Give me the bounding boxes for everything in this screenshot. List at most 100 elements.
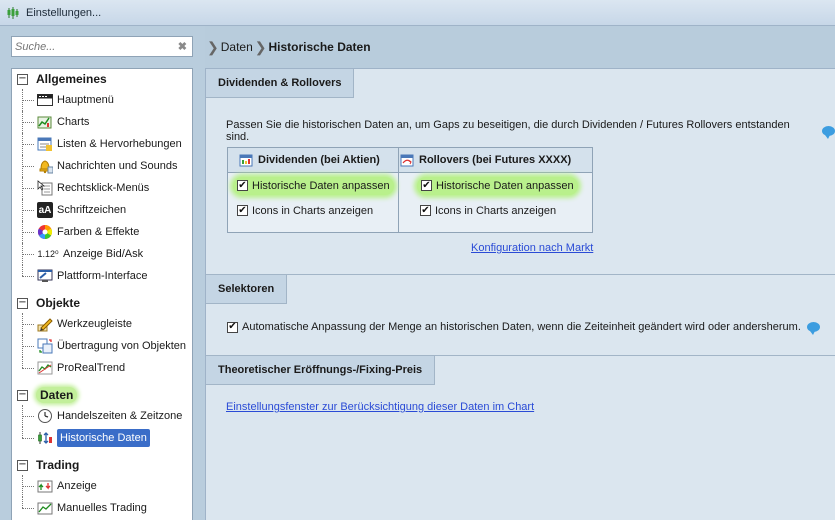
section-header-selectors: Selektoren [206,275,288,304]
clock-icon [37,408,53,424]
cursor-menu-icon [37,180,53,196]
tree-item-label: ProRealTrend [57,362,126,374]
tree-item-label: Manuelles Trading [57,502,147,514]
group-label: Trading [36,458,80,472]
tree-item-farben[interactable]: Farben & Effekte [12,221,192,243]
clear-search-icon[interactable]: ✖ [178,40,187,53]
color-wheel-icon [37,224,53,240]
dividend-calendar-icon [238,152,254,168]
rollovers-column-header: Rollovers (bei Futures XXXX) [399,148,592,173]
chart-settings-link[interactable]: Einstellungsfenster zur Berücksichtigung… [226,401,534,413]
tree-item-bid-ask[interactable]: 1.12⁰ Anzeige Bid/Ask [12,243,192,265]
dividends-icons-checkbox[interactable]: ✔ [237,205,248,216]
title-bar: Einstellungen... [0,0,835,26]
highlight: ✔ Historische Daten anpassen [417,176,578,195]
charts-icon [37,114,53,130]
tree-item-label: Rechtsklick-Menüs [57,182,150,194]
theoretical-section: Theoretischer Eröffnungs-/Fixing-Preis [206,355,835,385]
tree-item-label: Nachrichten und Sounds [57,160,178,172]
bell-icon [37,158,53,174]
tree-item-handelszeiten[interactable]: Handelszeiten & Zeitzone [12,405,192,427]
rollovers-adjust-checkbox[interactable]: ✔ [421,180,432,191]
tree-item-plattform[interactable]: Plattform-Interface [12,265,192,287]
collapse-toggle-icon[interactable]: − [17,389,28,401]
tree-group-header[interactable]: − Daten [12,385,192,405]
search-box: ✖ [11,36,193,57]
breadcrumb-current: Historische Daten [268,40,371,54]
dividends-adjust-checkbox[interactable]: ✔ [237,180,248,191]
rollover-calendar-icon [399,152,415,168]
market-configuration-link[interactable]: Konfiguration nach Markt [471,242,593,254]
tree-item-schriftzeichen[interactable]: aA Schriftzeichen [12,199,192,221]
tree-item-label: Farben & Effekte [57,226,140,238]
adjustment-grid: Dividenden (bei Aktien) ✔ Historische Da… [227,147,593,233]
breadcrumb: ❯ Daten ❯ Historische Daten [205,26,835,68]
tree-item-label: Handelszeiten & Zeitzone [57,410,183,422]
collapse-toggle-icon[interactable]: − [17,297,28,309]
checkbox-label: Historische Daten anpassen [252,179,390,192]
checkbox-label: Icons in Charts anzeigen [435,204,557,217]
tree-item-label: Plattform-Interface [57,270,148,282]
historical-data-icon [37,430,53,446]
breadcrumb-parent[interactable]: Daten [221,40,253,54]
tree-item-listen[interactable]: Listen & Hervorhebungen [12,133,192,155]
tree-item-rechtsklick[interactable]: Rechtsklick-Menüs [12,177,192,199]
rollovers-icons-checkbox[interactable]: ✔ [420,205,431,216]
search-input[interactable] [12,37,162,56]
info-bubble-icon[interactable] [822,126,835,139]
collapse-toggle-icon[interactable]: − [17,459,28,471]
tree-group-header[interactable]: − Allgemeines [12,69,192,89]
display-icon [37,478,53,494]
tree-item-label: Anzeige [57,480,97,492]
tree-item-werkzeugleiste[interactable]: Werkzeugleiste [12,313,192,335]
group-label: Daten [36,387,78,403]
app-candlestick-icon [6,6,20,20]
section-header-dividends: Dividenden & Rollovers [206,69,355,98]
tree-item-label: Übertragung von Objekten [57,340,187,352]
bid-ask-icon: 1.12⁰ [37,248,59,259]
window-title: Einstellungen... [26,6,102,19]
checkbox-label: Icons in Charts anzeigen [252,204,374,217]
tree-item-prorealtrend[interactable]: ProRealTrend [12,357,192,379]
tree-item-anzeige[interactable]: Anzeige [12,475,192,497]
breadcrumb-chevron-icon: ❯ [207,38,219,55]
settings-content: Dividenden & Rollovers Passen Sie die hi… [205,68,835,520]
tree-item-label: Listen & Hervorhebungen [57,138,182,150]
tree-group-trading: − Trading Anzeige Manuelles Trading [12,455,192,519]
platform-icon [37,268,53,284]
tree-item-hauptmenue[interactable]: Hauptmenü [12,89,192,111]
tree-group-daten: − Daten Handelszeiten & Zeitzone Histori… [12,385,192,449]
tree-item-label: Anzeige Bid/Ask [63,248,144,260]
tree-item-nachrichten[interactable]: Nachrichten und Sounds [12,155,192,177]
tree-item-uebertragung[interactable]: Übertragung von Objekten [12,335,192,357]
auto-adjust-checkbox[interactable]: ✔ [227,321,238,333]
settings-sidebar: ✖ − Allgemeines Hauptmenü Charts [0,26,205,520]
dividends-column: Dividenden (bei Aktien) ✔ Historische Da… [228,148,399,232]
tree-item-label: Werkzeugleiste [57,318,132,330]
section-header-theoretical: Theoretischer Eröffnungs-/Fixing-Preis [206,356,436,385]
list-icon [37,136,53,152]
group-label: Allgemeines [36,72,107,86]
tree-group-allgemeines: − Allgemeines Hauptmenü Charts Listen & [12,69,192,287]
menu-icon [37,92,53,108]
tree-group-header[interactable]: − Objekte [12,293,192,313]
tree-group-objekte: − Objekte Werkzeugleiste Übertragung von… [12,293,192,379]
tree-item-label: Charts [57,116,90,128]
tree-group-header[interactable]: − Trading [12,455,192,475]
trend-icon [37,360,53,376]
manual-trading-icon [37,500,53,516]
pencil-icon [37,316,53,332]
tree-item-manuelles-trading[interactable]: Manuelles Trading [12,497,192,519]
tree-item-historische-daten[interactable]: Historische Daten [12,427,192,449]
tree-item-charts[interactable]: Charts [12,111,192,133]
column-header-text: Rollovers (bei Futures XXXX) [419,154,572,166]
dividends-column-header: Dividenden (bei Aktien) [228,148,398,173]
font-icon: aA [37,202,53,218]
checkbox-label: Historische Daten anpassen [436,179,574,192]
collapse-toggle-icon[interactable]: − [17,73,28,85]
group-label: Objekte [36,296,81,310]
rollovers-column: Rollovers (bei Futures XXXX) ✔ Historisc… [399,148,592,232]
dividends-adjust-row: ✔ Historische Daten anpassen [228,173,398,198]
section-description: Passen Sie die historischen Daten an, um… [226,119,835,143]
info-bubble-icon[interactable] [806,322,820,335]
